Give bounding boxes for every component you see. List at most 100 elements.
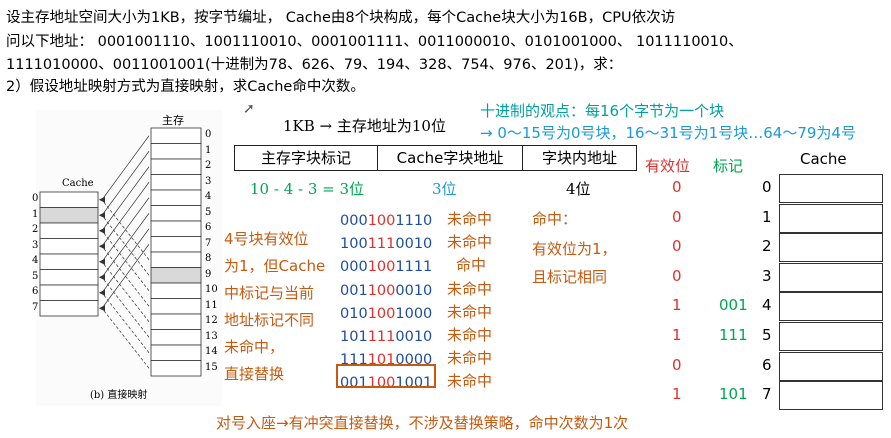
main-memory-block [150,236,202,253]
access-result: 未命中 [447,233,493,252]
cache-block-number: 6 [32,286,39,297]
mapping-line [101,135,150,200]
main-block-number: 14 [205,346,218,357]
cache-row-number: 6 [762,355,772,374]
main-memory-block [150,360,202,377]
left-note-line: 中标记与当前 [224,284,315,302]
cache-valid-bit: 1 [672,385,682,404]
main-block-number: 7 [205,237,212,249]
cache-row-number: 3 [762,266,772,285]
address-tag-bits: 001 [340,282,368,299]
cache-tag: 101 [719,385,748,404]
arrow-head-icon [99,305,105,312]
arrow-head-icon [99,196,105,203]
access-result: 未命中 [447,326,493,344]
cache-line-box [779,322,883,351]
left-note-line: 地址标记不同 [224,311,315,329]
mapping-lines [39,127,202,377]
address-tag-bits: 000 [340,259,368,276]
cache-valid-bit: 0 [672,207,682,226]
mapping-line [101,228,150,293]
bits-cache-block: 3位 [432,180,457,198]
address-block-bits: 111 [367,329,396,345]
cache-block [39,238,99,255]
cache-row-number: 5 [762,326,772,344]
arrow-head-icon [99,274,105,281]
left-note-line: 4号块有效位 [224,230,309,248]
cache-line-box [779,174,883,203]
cache-block [39,269,99,286]
access-result: 命中 [456,256,487,275]
cache-block-number: 4 [32,255,39,266]
cache-valid-bit: 0 [672,237,682,256]
cache-block-number: 5 [32,270,39,282]
cache-line-box [779,351,883,381]
main-memory-block [150,298,202,315]
mapping-line [101,277,150,338]
main-block-number: 6 [205,222,212,233]
bits-tag: 10 - 4 - 3 = 3位 [250,180,365,198]
mapping-line [101,151,150,216]
address-size-text: 1KB → 主存地址为10位 [283,117,446,135]
address-offset-bits: 1110 [395,213,433,229]
main-block-number: 0 [205,129,212,140]
cache-block [39,300,99,317]
field-cache-block: Cache字块地址 [377,145,523,171]
access-address: 1011110010 [340,326,432,349]
cache-line-box [779,262,883,292]
tag-header: 标记 [713,157,744,175]
decimal-view-line-2: → 0～15号为0号块，16～31号为1号块…64～79为4号 [480,124,856,142]
main-block-number: 8 [205,253,212,264]
address-offset-bits: 0010 [395,329,433,345]
address-tag-bits: 000 [340,213,368,229]
cache-row-number: 0 [762,178,772,196]
main-memory-block [150,220,202,237]
hit-note-2: 有效位为1， [532,240,617,258]
cache-valid-bit: 1 [672,326,682,344]
cursor-icon: ➚ [243,101,255,117]
cache-line-box [779,203,883,233]
address-block-bits: 111 [367,236,396,253]
address-tag-bits: 101 [340,329,368,345]
address-offset-bits: 0010 [395,236,433,253]
address-block-bits: 100 [367,305,396,322]
mapping-line [101,308,150,369]
arrow-head-icon [99,289,105,296]
cache-valid-bit: 1 [672,296,682,315]
cache-tag: 001 [719,296,748,315]
main-memory-block [150,267,202,284]
main-memory-block [150,127,202,144]
address-offset-bits: 1000 [395,305,433,322]
main-block-number: 4 [205,191,212,202]
cache-row-number: 2 [762,237,772,256]
cache-valid-bit: 0 [672,266,682,285]
question-line-1: 设主存地址空间大小为1KB，按字节编址， Cache由8个块构成，每个Cache… [6,10,676,26]
cache-label: Cache [62,178,94,189]
cache-line-box [779,381,883,411]
cache-block-number: 0 [32,193,39,204]
arrow-head-icon [99,243,105,250]
cache-line-box [779,233,883,263]
address-offset-bits: 0010 [395,282,433,299]
mapping-line [101,292,150,353]
access-address: 0101001000 [340,303,432,326]
main-memory-block [150,329,202,346]
mapping-line [101,197,150,262]
field-tag: 主存字块标记 [234,145,378,171]
access-result: 未命中 [447,279,493,298]
main-block-number: 15 [205,361,218,373]
cache-block-number: 3 [32,239,39,251]
cache-header: Cache [800,150,847,168]
access-result: 未命中 [447,302,493,321]
question-line-2: 问以下地址： 0001001110、1001110010、0001001111、… [6,34,743,50]
valid-header: 有效位 [645,157,691,175]
cache-valid-bit: 0 [672,178,682,196]
highlight-box [336,364,436,388]
cache-valid-bit: 0 [672,355,682,374]
main-block-number: 3 [205,175,212,187]
mapping-line [101,261,150,322]
diagram-caption: (b) 直接映射 [90,390,148,401]
main-memory-block [150,189,202,206]
cache-line-box [779,292,883,322]
main-memory-block [150,205,202,222]
